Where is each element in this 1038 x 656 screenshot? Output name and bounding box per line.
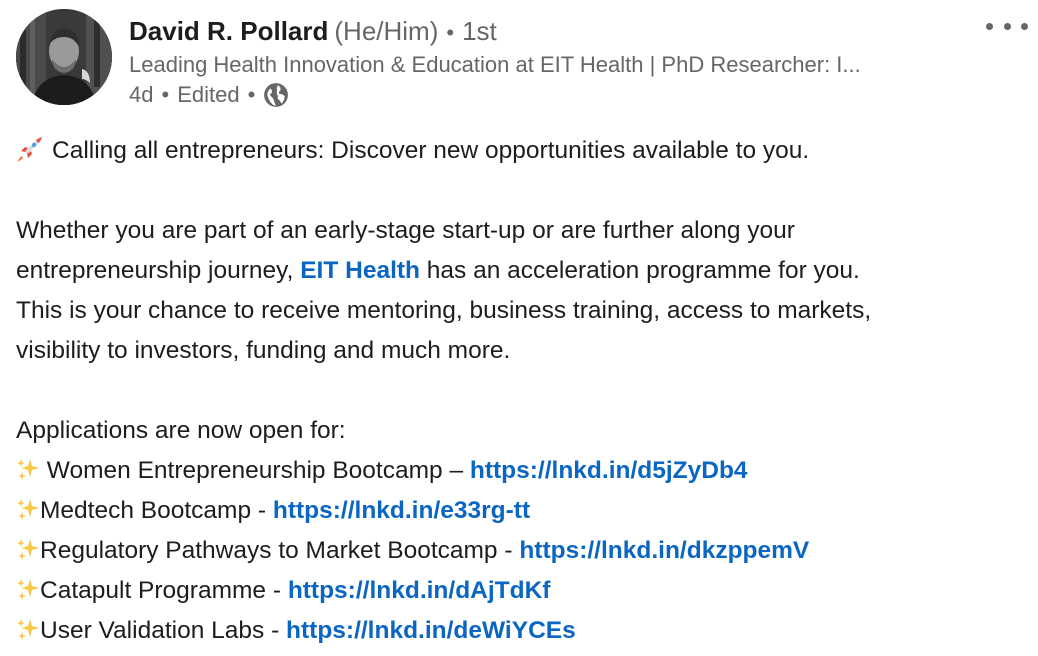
sparkles-icon xyxy=(16,571,40,611)
application-item: User Validation Labs - https://lnkd.in/d… xyxy=(16,611,1036,651)
paragraph-line: visibility to investors, funding and muc… xyxy=(16,337,511,364)
edited-label: Edited xyxy=(177,82,240,107)
paragraph-line: entrepreneurship journey, EIT Health has… xyxy=(16,251,1036,291)
paragraph-text: entrepreneurship journey, xyxy=(16,257,301,284)
connection-degree: 1st xyxy=(462,16,497,46)
author-line: David R. Pollard (He/Him) • 1st xyxy=(129,14,979,50)
profile-photo xyxy=(16,9,112,105)
sparkles-icon xyxy=(16,491,40,531)
more-dot xyxy=(1003,22,1011,30)
sparkles-icon xyxy=(16,451,40,491)
application-item: Catapult Programme - https://lnkd.in/dAj… xyxy=(16,571,1036,611)
application-label: Women Entrepreneurship Bootcamp – xyxy=(40,457,470,484)
author-name[interactable]: David R. Pollard xyxy=(129,16,328,46)
application-list: Women Entrepreneurship Bootcamp – https:… xyxy=(16,451,1036,651)
application-link[interactable]: https://lnkd.in/dAjTdKf xyxy=(288,571,551,611)
application-label: User Validation Labs - xyxy=(40,617,287,644)
applications-heading: Applications are now open for: xyxy=(16,417,346,444)
more-dot xyxy=(1021,22,1028,30)
eit-health-link[interactable]: EIT Health xyxy=(300,251,420,291)
post-meta: 4d • Edited • xyxy=(129,80,979,110)
separator-dot: • xyxy=(446,20,455,45)
more-dot xyxy=(986,22,993,30)
application-link[interactable]: https://lnkd.in/d5jZyDb4 xyxy=(470,451,748,491)
application-link[interactable]: https://lnkd.in/dkzppemV xyxy=(519,531,809,571)
avatar[interactable] xyxy=(16,9,112,105)
application-item: Women Entrepreneurship Bootcamp – https:… xyxy=(16,451,1036,491)
intro-text: Calling all entrepreneurs: Discover new … xyxy=(52,137,810,164)
paragraph-text: has an acceleration programme for you. xyxy=(420,257,860,284)
feed-post: David R. Pollard (He/Him) • 1st Leading Hea… xyxy=(0,0,1038,656)
post-body: Calling all entrepreneurs: Discover new … xyxy=(16,131,1036,651)
application-label: Catapult Programme - xyxy=(40,577,288,604)
application-link[interactable]: https://lnkd.in/e33rg-tt xyxy=(273,491,530,531)
application-link[interactable]: https://lnkd.in/deWiYCEs xyxy=(286,611,576,651)
post-age: 4d xyxy=(129,82,154,107)
application-label: Medtech Bootcamp - xyxy=(40,497,273,524)
paragraph-line: Whether you are part of an early-stage s… xyxy=(16,217,795,244)
post-header: David R. Pollard (He/Him) • 1st Leading Hea… xyxy=(129,14,979,110)
author-headline: Leading Health Innovation & Education at… xyxy=(129,52,861,77)
application-item: Medtech Bootcamp - https://lnkd.in/e33rg… xyxy=(16,491,1036,531)
separator-dot: • xyxy=(247,82,256,107)
sparkles-icon xyxy=(16,531,40,571)
application-label: Regulatory Pathways to Market Bootcamp - xyxy=(40,537,520,564)
separator-dot: • xyxy=(161,82,170,107)
sparkles-icon xyxy=(16,611,40,651)
globe-icon xyxy=(263,82,289,108)
paragraph-line: This is your chance to receive mentoring… xyxy=(16,297,872,324)
application-item: Regulatory Pathways to Market Bootcamp -… xyxy=(16,531,1036,571)
author-pronouns: (He/Him) xyxy=(334,16,439,46)
more-options-icon[interactable] xyxy=(986,14,1028,38)
intro-line: Calling all entrepreneurs: Discover new … xyxy=(16,131,1036,171)
rocket-icon xyxy=(16,131,44,171)
